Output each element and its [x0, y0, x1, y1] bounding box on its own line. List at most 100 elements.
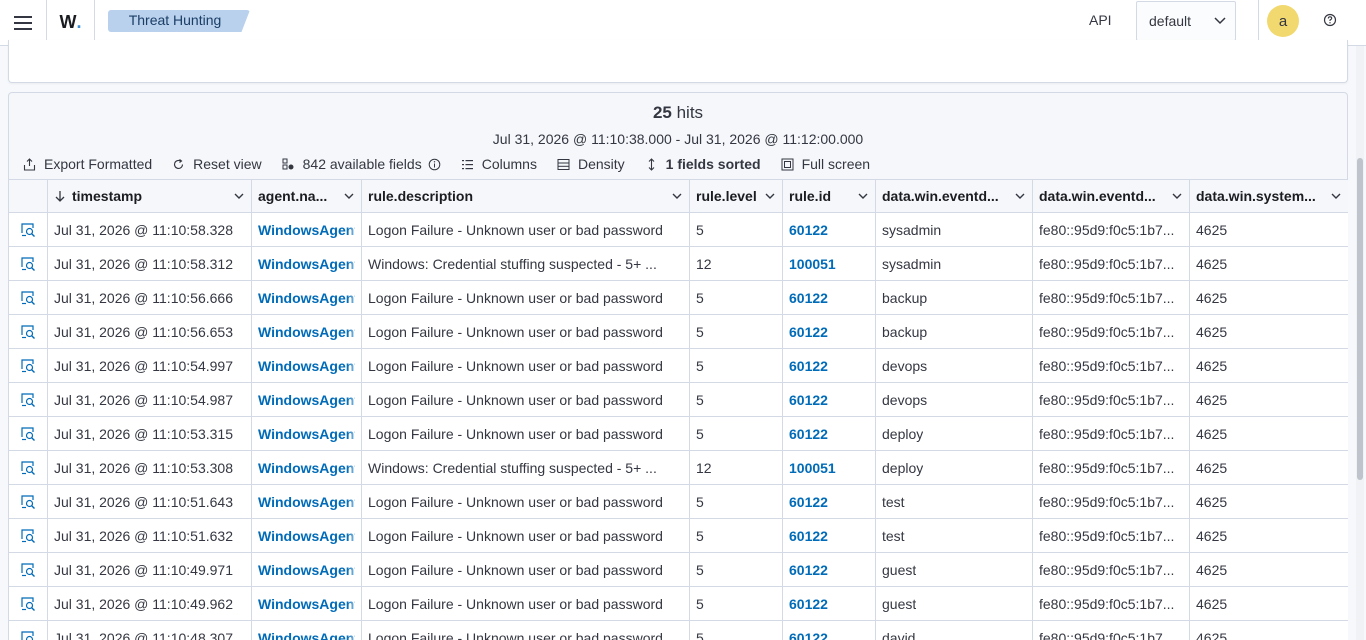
inspect-document-button[interactable] [9, 519, 48, 552]
table-row[interactable]: Jul 31, 2026 @ 11:10:48.307 WindowsAgent L… [9, 621, 1348, 640]
inspect-document-button[interactable] [9, 315, 48, 348]
column-header-rule-description[interactable]: rule.description [362, 180, 690, 212]
cell-agent-name[interactable]: WindowsAgent [252, 383, 362, 416]
column-header-eventdata-user[interactable]: data.win.eventd... [876, 180, 1033, 212]
cell-agent-name[interactable]: WindowsAgent [252, 417, 362, 450]
inspect-document-button[interactable] [9, 349, 48, 382]
reset-view-button[interactable]: Reset view [172, 156, 262, 172]
export-formatted-button[interactable]: Export Formatted [23, 156, 152, 172]
column-header-eventdata-ip[interactable]: data.win.eventd... [1033, 180, 1190, 212]
cell-rule-id[interactable]: 60122 [783, 315, 876, 348]
density-button[interactable]: Density [557, 156, 625, 172]
cell-link[interactable]: 60122 [789, 528, 828, 544]
scrollbar-thumb[interactable] [1357, 158, 1363, 480]
chevron-down-icon[interactable] [343, 190, 355, 202]
inspect-document-button[interactable] [9, 451, 48, 484]
space-select[interactable]: default [1136, 1, 1236, 41]
inspect-document-button[interactable] [9, 417, 48, 450]
chevron-down-icon[interactable] [857, 190, 869, 202]
cell-link[interactable]: 60122 [789, 392, 828, 408]
inspect-document-button[interactable] [9, 281, 48, 314]
cell-agent-name[interactable]: WindowsAgent [252, 213, 362, 246]
inspect-document-button[interactable] [9, 213, 48, 246]
inspect-document-button[interactable] [9, 553, 48, 586]
table-row[interactable]: Jul 31, 2026 @ 11:10:54.987 WindowsAgent L… [9, 383, 1348, 417]
cell-link[interactable]: 60122 [789, 494, 828, 510]
chevron-down-icon[interactable] [233, 190, 245, 202]
inspect-document-button[interactable] [9, 383, 48, 416]
help-button[interactable] [1323, 13, 1337, 30]
sort-fields-button[interactable]: 1 fields sorted [645, 156, 761, 172]
table-row[interactable]: Jul 31, 2026 @ 11:10:51.643 WindowsAgent L… [9, 485, 1348, 519]
cell-rule-id[interactable]: 60122 [783, 383, 876, 416]
cell-link[interactable]: 60122 [789, 596, 828, 612]
cell-link[interactable]: WindowsAgent [258, 460, 355, 476]
cell-link[interactable]: 60122 [789, 630, 828, 640]
menu-button[interactable] [0, 0, 47, 46]
inspect-document-button[interactable] [9, 485, 48, 518]
table-row[interactable]: Jul 31, 2026 @ 11:10:58.328 WindowsAgent L… [9, 213, 1348, 247]
table-row[interactable]: Jul 31, 2026 @ 11:10:49.962 WindowsAgent L… [9, 587, 1348, 621]
cell-agent-name[interactable]: WindowsAgent [252, 621, 362, 640]
cell-rule-id[interactable]: 60122 [783, 587, 876, 620]
cell-rule-id[interactable]: 60122 [783, 485, 876, 518]
cell-link[interactable]: WindowsAgent [258, 290, 355, 306]
chevron-down-icon[interactable] [1171, 190, 1183, 202]
cell-rule-id[interactable]: 60122 [783, 417, 876, 450]
cell-link[interactable]: WindowsAgent [258, 256, 355, 272]
table-row[interactable]: Jul 31, 2026 @ 11:10:54.997 WindowsAgent L… [9, 349, 1348, 383]
table-row[interactable]: Jul 31, 2026 @ 11:10:49.971 WindowsAgent L… [9, 553, 1348, 587]
user-avatar[interactable]: a [1267, 5, 1299, 37]
cell-rule-id[interactable]: 60122 [783, 519, 876, 552]
cell-link[interactable]: WindowsAgent [258, 358, 355, 374]
breadcrumb-threat-hunting[interactable]: Threat Hunting [108, 10, 250, 32]
cell-rule-id[interactable]: 60122 [783, 349, 876, 382]
cell-agent-name[interactable]: WindowsAgent [252, 315, 362, 348]
column-header-timestamp[interactable]: timestamp [48, 180, 252, 212]
cell-link[interactable]: WindowsAgent [258, 222, 355, 238]
cell-link[interactable]: 60122 [789, 290, 828, 306]
column-header-rule-id[interactable]: rule.id [783, 180, 876, 212]
chevron-down-icon[interactable] [1330, 190, 1342, 202]
cell-agent-name[interactable]: WindowsAgent [252, 451, 362, 484]
app-logo[interactable]: W. [47, 0, 95, 46]
cell-link[interactable]: WindowsAgent [258, 392, 355, 408]
table-row[interactable]: Jul 31, 2026 @ 11:10:53.308 WindowsAgent W… [9, 451, 1348, 485]
table-row[interactable]: Jul 31, 2026 @ 11:10:56.666 WindowsAgent L… [9, 281, 1348, 315]
cell-rule-id[interactable]: 100051 [783, 451, 876, 484]
cell-link[interactable]: WindowsAgent [258, 324, 355, 340]
full-screen-button[interactable]: Full screen [781, 156, 870, 172]
cell-link[interactable]: 60122 [789, 222, 828, 238]
cell-agent-name[interactable]: WindowsAgent [252, 281, 362, 314]
cell-agent-name[interactable]: WindowsAgent [252, 485, 362, 518]
cell-link[interactable]: WindowsAgent [258, 562, 355, 578]
cell-rule-id[interactable]: 60122 [783, 213, 876, 246]
column-header-agent-name[interactable]: agent.na... [252, 180, 362, 212]
cell-link[interactable]: WindowsAgent [258, 630, 355, 640]
cell-link[interactable]: WindowsAgent [258, 494, 355, 510]
table-row[interactable]: Jul 31, 2026 @ 11:10:51.632 WindowsAgent L… [9, 519, 1348, 553]
cell-link[interactable]: 60122 [789, 324, 828, 340]
cell-rule-id[interactable]: 60122 [783, 553, 876, 586]
cell-agent-name[interactable]: WindowsAgent [252, 553, 362, 586]
cell-link[interactable]: 100051 [789, 256, 836, 272]
table-row[interactable]: Jul 31, 2026 @ 11:10:58.312 WindowsAgent W… [9, 247, 1348, 281]
api-link[interactable]: API [1089, 12, 1112, 28]
cell-agent-name[interactable]: WindowsAgent [252, 587, 362, 620]
cell-link[interactable]: 100051 [789, 460, 836, 476]
cell-rule-id[interactable]: 60122 [783, 621, 876, 640]
chevron-down-icon[interactable] [764, 190, 776, 202]
cell-rule-id[interactable]: 60122 [783, 281, 876, 314]
cell-agent-name[interactable]: WindowsAgent [252, 247, 362, 280]
cell-link[interactable]: 60122 [789, 426, 828, 442]
cell-link[interactable]: 60122 [789, 562, 828, 578]
column-header-rule-level[interactable]: rule.level [690, 180, 783, 212]
cell-rule-id[interactable]: 100051 [783, 247, 876, 280]
table-row[interactable]: Jul 31, 2026 @ 11:10:53.315 WindowsAgent L… [9, 417, 1348, 451]
chevron-down-icon[interactable] [1014, 190, 1026, 202]
inspect-document-button[interactable] [9, 587, 48, 620]
table-row[interactable]: Jul 31, 2026 @ 11:10:56.653 WindowsAgent L… [9, 315, 1348, 349]
chevron-down-icon[interactable] [671, 190, 683, 202]
cell-agent-name[interactable]: WindowsAgent [252, 519, 362, 552]
cell-agent-name[interactable]: WindowsAgent [252, 349, 362, 382]
